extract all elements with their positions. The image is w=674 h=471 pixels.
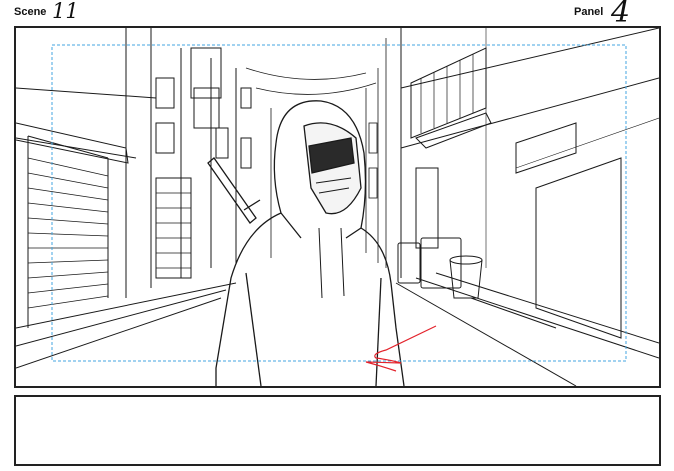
left-buildings [16, 28, 252, 369]
panel-label: Panel [574, 6, 604, 18]
right-buildings [395, 28, 659, 386]
panel-number: 4 [611, 0, 631, 30]
panel-sketch [16, 28, 659, 386]
notes-box [14, 395, 661, 466]
scene-label: Scene [14, 6, 47, 18]
storyboard-panel-frame [14, 26, 661, 388]
hooded-ninja-figure [207, 100, 405, 386]
scene-number: 11 [52, 0, 79, 23]
